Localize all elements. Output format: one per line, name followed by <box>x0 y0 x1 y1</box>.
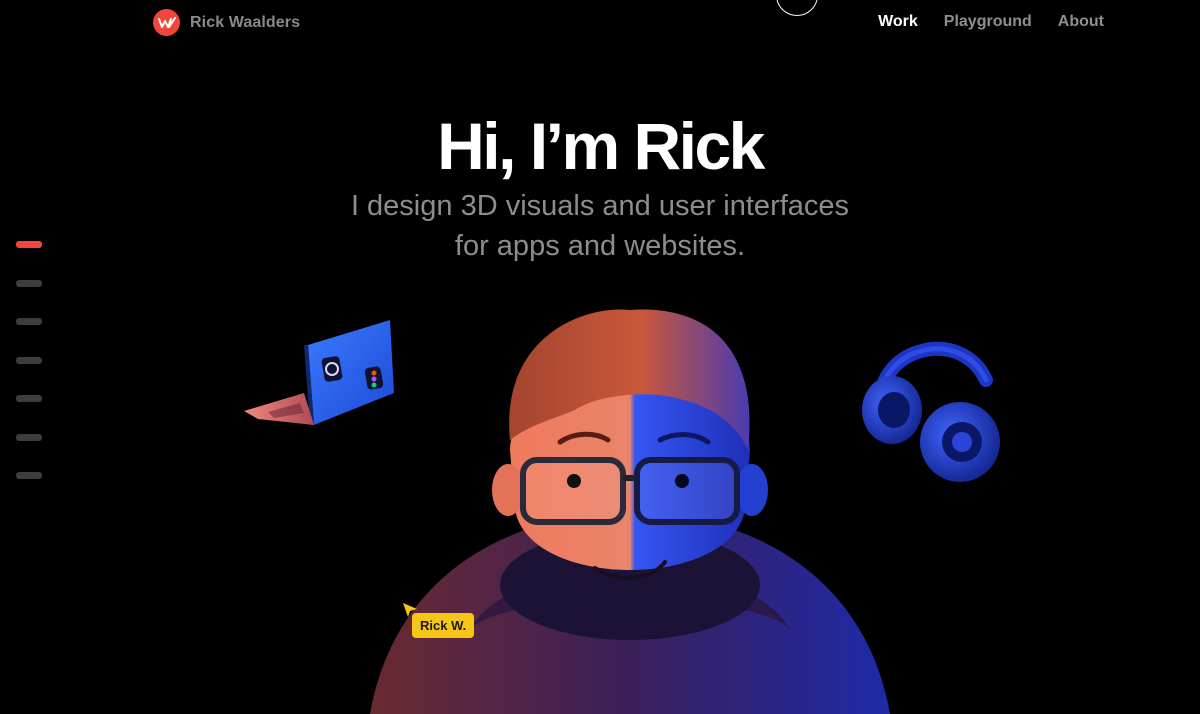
hero-title: Hi, I’m Rick <box>437 109 765 183</box>
hero-subtitle-line-1: I design 3D visuals and user interfaces <box>350 190 850 222</box>
brand-name: Rick Waalders <box>190 13 301 31</box>
section-dot-3[interactable] <box>16 318 42 325</box>
section-dot-1[interactable] <box>16 241 42 248</box>
section-dot-2[interactable] <box>16 279 42 287</box>
avatar-illustration <box>370 309 890 714</box>
cursor-circle <box>776 0 818 16</box>
nav-about[interactable]: About <box>1058 13 1104 31</box>
section-dot-4[interactable] <box>16 356 42 364</box>
section-indicator <box>16 241 42 511</box>
cursor-name-tag: Rick W. <box>412 613 475 638</box>
main-nav: Work Playground About <box>878 13 1104 31</box>
section-dot-7[interactable] <box>16 472 42 479</box>
hero-subtitle-line-2: for apps and websites. <box>454 230 746 262</box>
rw-logo-icon <box>153 9 180 36</box>
brand-link[interactable]: Rick Waalders <box>153 9 300 36</box>
section-dot-5[interactable] <box>16 395 42 402</box>
hero-subtitle: I design 3D visuals and user interfaces … <box>0 186 1200 266</box>
nav-work[interactable]: Work <box>878 13 918 31</box>
nav-playground[interactable]: Playground <box>944 13 1032 31</box>
site-header: Rick Waalders Work Playground About <box>0 0 1200 46</box>
section-dot-6[interactable] <box>16 433 42 441</box>
